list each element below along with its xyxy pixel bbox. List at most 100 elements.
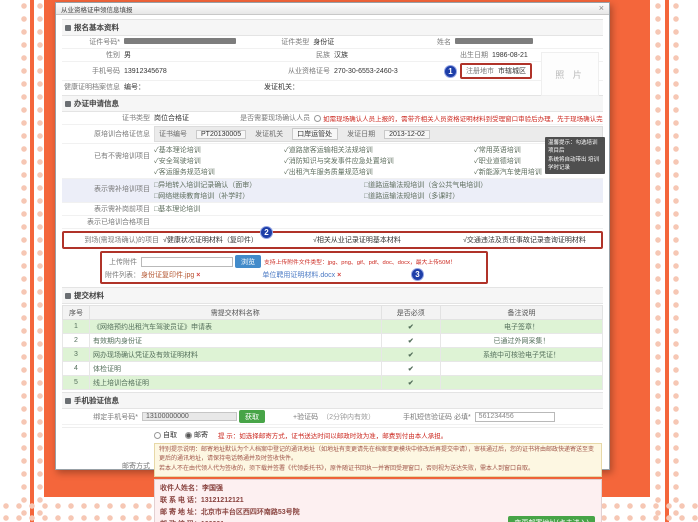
required-check-icon: ✔ <box>381 362 440 376</box>
basic-row-1: 证件号码* 证件类型 身份证 姓名 <box>62 36 603 49</box>
trained-item[interactable]: ✓出租汽车服务质量规范培训 <box>284 167 474 177</box>
required-check-icon: ✔ <box>381 348 440 362</box>
mailing-notice-box: 特别提示说明：邮寄地址默认为个人档案中登记的通讯地址（如地址有变更请先在档案变更… <box>154 443 602 477</box>
bound-phone-value: 13100000000 <box>142 412 237 421</box>
trained-item[interactable]: ✓基本理论培训 <box>154 145 284 155</box>
onsite-confirm-radio[interactable] <box>314 115 321 122</box>
ethnic-label: 民族 <box>264 50 334 60</box>
send-code-button[interactable]: 获取 <box>239 410 265 423</box>
onsite-item[interactable]: √健康状况证明材料（复印件） <box>163 235 313 245</box>
need-training-label: 表示需补培训项目 <box>62 180 154 194</box>
step-badge-2: 2 <box>260 226 273 239</box>
trained-item[interactable]: ✓职业道德培训 <box>474 156 542 166</box>
origcert-issuer-label: 发证机关 <box>255 129 283 139</box>
basic-row-2: 性别 男 民族 汉族 出生日期 1986-08-21 <box>62 49 603 62</box>
trained-col-3: ✓常用英语培训 ✓职业道德培训 ✓新能源汽车使用培训 <box>474 145 542 177</box>
materials-header-row: 序号 需提交材料名称 是否必须 备注说明 <box>63 306 603 320</box>
code-label: +验证码 <box>293 412 322 422</box>
browse-button[interactable]: 浏览 <box>235 255 261 268</box>
need2-item[interactable]: □基本理论培训 <box>154 204 200 214</box>
need-item[interactable]: □道路运输法规培训（含公共气电培训） <box>364 180 487 190</box>
trained-item[interactable]: ✓消防知识与突发事件应急处置培训 <box>284 156 474 166</box>
trained-item[interactable]: ✓常用英语培训 <box>474 145 542 155</box>
section-header-materials: 提交材料 <box>62 287 603 304</box>
basic-row-3: 手机号码 13912345678 从业资格证号 270-30-6553-2460… <box>62 62 603 81</box>
trained-col-2: ✓道路旅客运输相关法规培训 ✓消防知识与突发事件应急处置培训 ✓出租汽车服务质量… <box>284 145 474 177</box>
row-no: 3 <box>63 348 90 362</box>
section-apply-title: 办证申请信息 <box>74 98 119 109</box>
idtype-label: 证件类型 <box>243 37 313 47</box>
attachment-link[interactable]: 单位聘用证明材料.docx <box>262 270 335 280</box>
region-value: 市辖城区 <box>498 66 526 76</box>
name-redacted-bar <box>455 38 533 44</box>
need-col-1: □异地转入培训记录确认（面审） □网络继续教育培训（补学时） <box>154 180 364 201</box>
required-check-icon: ✔ <box>381 320 440 334</box>
hover-tooltip: 温馨提示：勾选培训项目后 系统将自动带出 培训学时记录 <box>545 137 605 174</box>
region-highlight-box: 注册地市 市辖城区 <box>460 63 532 79</box>
idnumber-label: 证件号码* <box>62 37 124 47</box>
section-verify-title: 手机验证信息 <box>74 395 119 406</box>
sms-code-input[interactable]: 561234456 <box>475 412 555 422</box>
need2-label: 表示需补岗前项目 <box>62 204 154 214</box>
mailing-method-row: 自取 邮寄 提 示：如选择邮寄方式，证书送达时间以邮政时效为准，邮费到付由本人承… <box>154 429 603 441</box>
origcert-no-value: PT20130005 <box>196 130 246 139</box>
health-record-label: 健康证明档案信息 <box>62 82 124 92</box>
pickup-radio[interactable] <box>154 432 161 439</box>
trained-item[interactable]: ✓新能源汽车使用培训 <box>474 167 542 177</box>
col-no: 序号 <box>63 306 90 320</box>
delete-attachment-icon[interactable]: × <box>337 272 341 279</box>
onsite-confirm-label: 是否需要现场确认人员 <box>240 113 314 123</box>
name-label: 姓名 <box>407 37 455 47</box>
post-radio[interactable] <box>185 432 192 439</box>
onsite-item[interactable]: √交通违法及责任事故记录查询证明材料 <box>463 235 586 245</box>
gender-value: 男 <box>124 50 264 60</box>
mobile-value: 13912345678 <box>124 68 264 75</box>
gender-label: 性别 <box>62 50 124 60</box>
health-number-label: 编号： <box>124 82 264 92</box>
recipient-name: 收件人姓名：李国强 <box>160 483 596 495</box>
upload-file-input[interactable] <box>141 257 233 267</box>
close-icon[interactable]: × <box>599 4 604 13</box>
row-remark: 电子签章！ <box>440 320 602 334</box>
dialog-titlebar: 从业资格证申领信息填报 × <box>56 3 609 15</box>
row-no: 1 <box>63 320 90 334</box>
change-address-button[interactable]: 变更邮寄地址(点击进入) <box>508 516 595 522</box>
form-dialog: 从业资格证申领信息填报 × 报名基本资料 照 片 证件号码* 证件类型 身份证 … <box>55 2 610 470</box>
done-training-row: 表示已培训合格项目 <box>62 216 603 229</box>
need-item[interactable]: □异地转入培训记录确认（面审） <box>154 180 364 190</box>
mailing-row: 邮寄方式 自取 邮寄 提 示：如选择邮寄方式，证书送达时间以邮政时效为准，邮费到… <box>62 427 603 522</box>
row-no: 2 <box>63 334 90 348</box>
trained-item[interactable]: ✓道路旅客运输相关法规培训 <box>284 145 474 155</box>
need-item[interactable]: □网络继续教育培训（补学时） <box>154 191 364 201</box>
step-badge-1: 1 <box>444 65 457 78</box>
orange-stripe-right <box>665 0 669 522</box>
origcert-issuer-value: 口岸运管处 <box>292 128 338 140</box>
onsite-items-label: 到场(需现场确认)的项目 <box>67 235 163 245</box>
trained-item[interactable]: ✓客运服务规范培训 <box>154 167 284 177</box>
health-issuer-label: 发证机关： <box>264 82 444 92</box>
need2-row: 表示需补岗前项目 □基本理论培训 <box>62 203 603 216</box>
row-name: 体检证明 <box>90 362 382 376</box>
delete-attachment-icon[interactable]: × <box>196 272 200 279</box>
need-item[interactable]: □道路运输法规培训（多课时） <box>364 191 487 201</box>
dialog-title: 从业资格证申领信息填报 <box>61 4 133 14</box>
tooltip-line: 温馨提示：勾选培训项目后 <box>548 139 602 156</box>
onsite-item[interactable]: √相关从业记录证明基本材料 <box>313 235 463 245</box>
region-label: 注册地市 <box>466 66 494 76</box>
photo-placeholder: 照 片 <box>541 52 599 96</box>
row-remark: 已通过外网采集！ <box>440 334 602 348</box>
certtype-row: 证书类型 岗位合格证 是否需要现场确认人员 如需现场确认人员上报的，需带齐相关人… <box>62 112 603 125</box>
filelist-label: 附件列表： <box>105 270 141 280</box>
dot-border-left-outer <box>19 0 29 522</box>
birthdate-value: 1986-08-21 <box>492 52 528 59</box>
verify-row: 绑定手机号码* 13100000000 获取 +验证码 （2分钟内有效） 手机短… <box>62 409 603 425</box>
attachment-link[interactable]: 身份证复印件.jpg <box>141 270 194 280</box>
ethnic-value: 汉族 <box>334 50 444 60</box>
notice-line: 若本人不在由代领人代为签收的，须下载并签署《代领委托书》，原件随证书回执一并寄回… <box>159 465 597 474</box>
birthdate-label: 出生日期 <box>444 50 492 60</box>
origcert-label: 原培训合格证信息 <box>62 129 154 139</box>
section-header-apply: 办证申请信息 <box>62 95 603 112</box>
onsite-items-highlight-box: 2 到场(需现场确认)的项目 √健康状况证明材料（复印件） √相关从业记录证明基… <box>62 231 603 249</box>
trained-item[interactable]: ✓安全驾驶培训 <box>154 156 284 166</box>
row-no: 5 <box>63 376 90 390</box>
